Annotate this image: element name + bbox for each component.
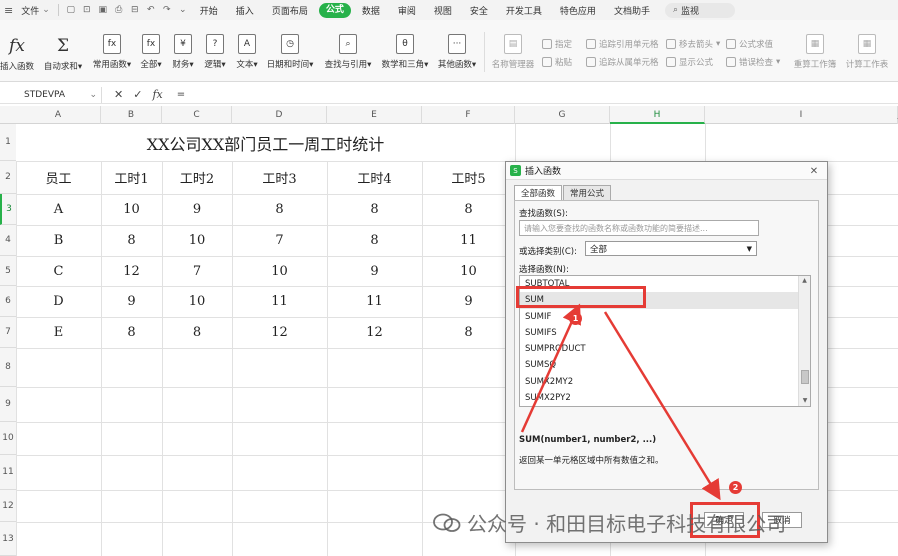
step-badge-2: 2 [729,481,742,494]
wechat-icon [433,513,461,532]
watermark: 公众号 · 和田目标电子科技有限公司 [433,508,786,537]
step-badge-1: 1 [569,312,582,325]
arrow-to-ok [603,311,721,501]
annotation-arrows [520,303,721,501]
arrow-to-sum [520,303,581,433]
watermark-text: 公众号 · 和田目标电子科技有限公司 [467,512,787,536]
